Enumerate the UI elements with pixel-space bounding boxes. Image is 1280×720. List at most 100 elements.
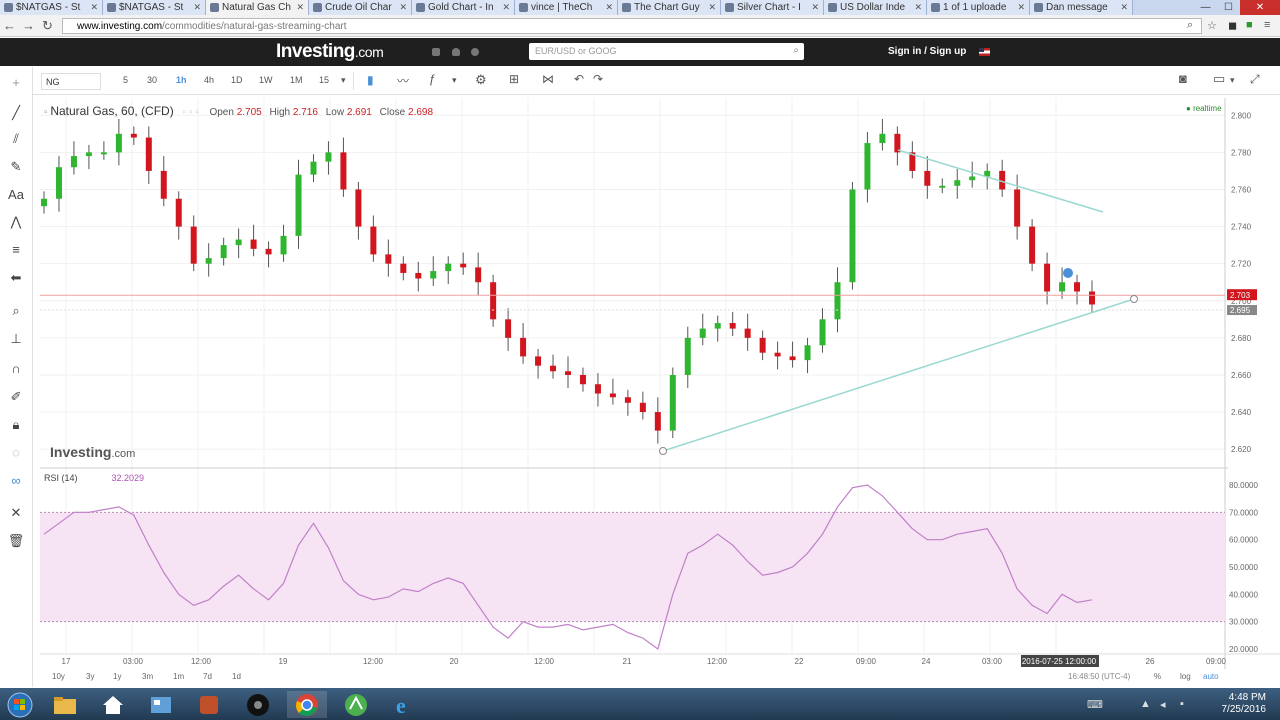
- browser-tab[interactable]: $NATGAS - St ✕: [0, 0, 103, 15]
- tab-close-icon[interactable]: ✕: [811, 2, 819, 13]
- link-icon[interactable]: ∞: [7, 473, 25, 488]
- template-icon[interactable]: ⋈: [542, 72, 554, 86]
- tools-app-icon[interactable]: [189, 691, 229, 718]
- trash-icon[interactable]: 🗑︎: [7, 533, 25, 549]
- control-panel-icon[interactable]: [141, 691, 181, 718]
- home-icon[interactable]: [93, 691, 133, 718]
- camera-icon[interactable]: ◙: [1179, 71, 1187, 86]
- legend-settings-icon[interactable]: ▫ ▫ ▫: [182, 107, 198, 118]
- tab-close-icon[interactable]: ✕: [708, 2, 716, 13]
- pitchfork-icon[interactable]: ⫽: [7, 131, 25, 147]
- range-button[interactable]: 1m: [173, 672, 184, 681]
- browser-tab[interactable]: US Dollar Inde ✕: [824, 0, 927, 15]
- trend-line-icon[interactable]: ╱: [7, 105, 25, 121]
- interval-button[interactable]: 5: [123, 75, 128, 85]
- browser-tab[interactable]: Crude Oil Char ✕: [309, 0, 412, 15]
- undo-icon[interactable]: ↶: [574, 72, 584, 86]
- minimize-button[interactable]: —: [1194, 0, 1217, 15]
- interval-dropdown-icon[interactable]: ▾: [341, 75, 346, 86]
- tab-close-icon[interactable]: ✕: [193, 2, 201, 13]
- settings-gear-icon[interactable]: ⚙: [475, 72, 487, 88]
- interval-button[interactable]: 1M: [290, 75, 303, 85]
- magnet-icon[interactable]: ∩: [7, 361, 25, 376]
- url-field[interactable]: www.investing.com/commodities/natural-ga…: [62, 18, 1202, 34]
- network-icon[interactable]: ▲: [1140, 698, 1151, 710]
- arrow-left-icon[interactable]: ⬅: [7, 270, 25, 286]
- text-tool-icon[interactable]: Aa: [7, 187, 25, 202]
- auto-toggle[interactable]: auto: [1203, 672, 1219, 681]
- keyboard-icon[interactable]: ⌨: [1087, 698, 1103, 711]
- site-logo[interactable]: Investing.com: [276, 41, 384, 63]
- internet-explorer-icon[interactable]: e: [385, 691, 425, 718]
- menu-icon[interactable]: ≡: [1264, 19, 1270, 31]
- fullscreen-icon[interactable]: ⤢: [1250, 72, 1260, 87]
- range-button[interactable]: 10y: [52, 672, 65, 681]
- browser-tab[interactable]: The Chart Guy ✕: [618, 0, 721, 15]
- layout-icon[interactable]: ▭: [1213, 71, 1225, 87]
- search-icon[interactable]: ⌕: [793, 45, 799, 56]
- line-style-icon[interactable]: 〰: [397, 72, 409, 89]
- range-button[interactable]: 3y: [86, 672, 94, 681]
- range-button[interactable]: 1y: [113, 672, 121, 681]
- interval-button[interactable]: 30: [147, 75, 157, 85]
- browser-tab[interactable]: vince | TheCh ✕: [515, 0, 618, 15]
- interval-button[interactable]: 1D: [231, 75, 243, 85]
- close-window-button[interactable]: ✕: [1240, 0, 1280, 15]
- measure-icon[interactable]: ⊥: [7, 331, 25, 347]
- back-icon[interactable]: ←: [0, 18, 19, 33]
- interval-button[interactable]: 1W: [259, 75, 273, 85]
- interval-button[interactable]: 1h: [176, 75, 187, 85]
- tab-close-icon[interactable]: ✕: [296, 2, 304, 13]
- chart-canvas[interactable]: 2.8002.7802.7602.7402.7202.7002.6802.660…: [40, 98, 1280, 669]
- compare-icon[interactable]: ⊞: [509, 72, 519, 86]
- range-button[interactable]: 3m: [142, 672, 153, 681]
- site-search-input[interactable]: EUR/USD or GOOG ⌕: [529, 43, 804, 60]
- zoom-icon[interactable]: ⌕: [1187, 19, 1193, 32]
- alert-icon[interactable]: [452, 48, 460, 56]
- zoom-in-icon[interactable]: ⌕: [7, 303, 25, 319]
- reload-icon[interactable]: ↻: [38, 18, 57, 34]
- legend-collapse-icon[interactable]: ▫: [44, 107, 48, 118]
- pattern-icon[interactable]: ⋀: [7, 214, 25, 230]
- browser-tab[interactable]: $NATGAS - St ✕: [103, 0, 206, 15]
- range-button[interactable]: 1d: [232, 672, 241, 681]
- tray-icon[interactable]: ▪: [1180, 698, 1184, 710]
- tab-close-icon[interactable]: ✕: [1017, 2, 1025, 13]
- indicators-icon[interactable]: ƒ: [429, 72, 436, 86]
- indicators-dropdown-icon[interactable]: ▾: [452, 75, 457, 86]
- tab-close-icon[interactable]: ✕: [914, 2, 922, 13]
- percent-toggle[interactable]: %: [1154, 672, 1161, 681]
- crosshair-icon[interactable]: +: [7, 75, 25, 90]
- tab-close-icon[interactable]: ✕: [1120, 2, 1128, 13]
- tab-close-icon[interactable]: ✕: [399, 2, 407, 13]
- layout-dropdown-icon[interactable]: ▾: [1230, 75, 1235, 86]
- interval-button[interactable]: 15: [319, 75, 329, 85]
- price-chart[interactable]: 2.800 2.780 2.760 2.740 2.720 2.700 2.680 2.660…: [40, 98, 1280, 687]
- redo-icon[interactable]: ↷: [593, 72, 603, 86]
- extension-icon[interactable]: ◼: [1228, 19, 1237, 32]
- browser-tab[interactable]: Silver Chart - I ✕: [721, 0, 824, 15]
- star-icon[interactable]: ☆: [1207, 19, 1217, 32]
- start-button[interactable]: [0, 691, 40, 718]
- eye-icon[interactable]: ◌: [7, 445, 25, 460]
- tools-icon[interactable]: ✕: [7, 505, 25, 521]
- us-flag-icon[interactable]: [979, 48, 990, 56]
- sign-in-link[interactable]: Sign in / Sign up: [888, 46, 966, 57]
- lock-drawing-icon[interactable]: ✐: [7, 389, 25, 405]
- forward-icon[interactable]: →: [19, 18, 38, 33]
- tab-close-icon[interactable]: ✕: [605, 2, 613, 13]
- volume-icon[interactable]: ◂: [1160, 698, 1166, 711]
- media-app-icon[interactable]: [238, 691, 278, 718]
- symbol-input[interactable]: NG: [41, 73, 101, 90]
- interval-button[interactable]: 4h: [204, 75, 214, 85]
- system-clock[interactable]: 4:48 PM 7/25/2016: [1222, 692, 1267, 716]
- clock-icon[interactable]: [471, 48, 479, 56]
- tab-close-icon[interactable]: ✕: [502, 2, 510, 13]
- log-toggle[interactable]: log: [1180, 672, 1191, 681]
- extension-green-icon[interactable]: ■: [1246, 19, 1253, 31]
- browser-tab[interactable]: 1 of 1 uploade ✕: [927, 0, 1030, 15]
- maximize-button[interactable]: ☐: [1217, 0, 1240, 15]
- tab-close-icon[interactable]: ✕: [90, 2, 98, 13]
- brush-icon[interactable]: ✎: [7, 159, 25, 175]
- browser-tab[interactable]: Gold Chart - In ✕: [412, 0, 515, 15]
